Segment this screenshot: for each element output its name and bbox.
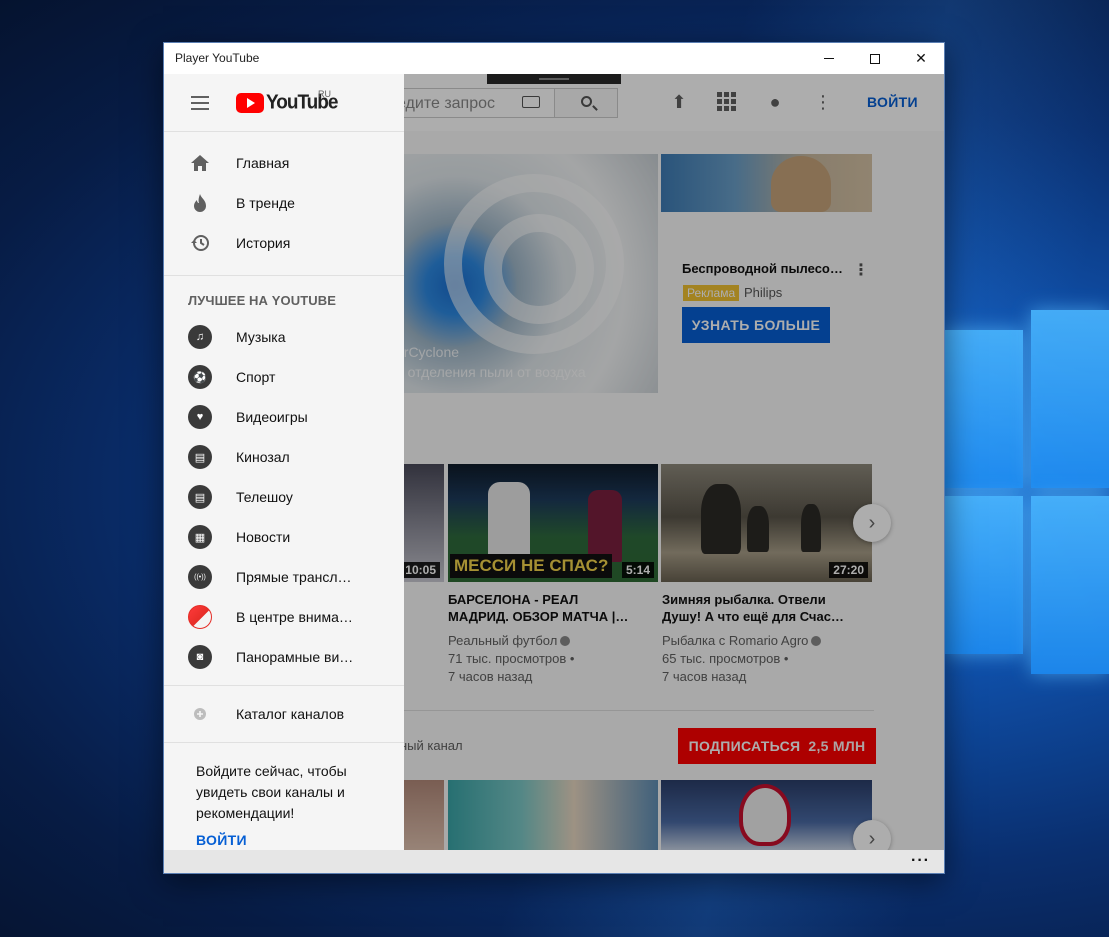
nav-item-gaming[interactable]: ♥ Видеоигры xyxy=(164,397,404,437)
nav-item-label: Музыка xyxy=(236,329,286,345)
app-bottom-bar: ··· xyxy=(164,850,944,873)
history-icon xyxy=(188,231,212,255)
drawer-divider xyxy=(164,685,404,686)
drawer-signin-button[interactable]: ВОЙТИ xyxy=(196,832,247,848)
vr-icon: ◙ xyxy=(188,645,212,669)
windows-logo xyxy=(945,310,1109,674)
spotlight-icon xyxy=(188,605,212,629)
nav-item-home[interactable]: Главная xyxy=(164,143,404,183)
windows-logo-pane xyxy=(945,330,1023,488)
minimize-icon xyxy=(824,58,834,59)
region-code: RU xyxy=(318,89,331,99)
window-title: Player YouTube xyxy=(175,51,260,65)
nav-item-tv-shows[interactable]: ▤ Телешоу xyxy=(164,477,404,517)
nav-item-trending[interactable]: В тренде xyxy=(164,183,404,223)
signin-prompt: Войдите сейчас, чтобы увидеть свои канал… xyxy=(196,763,347,821)
drawer-divider xyxy=(164,275,404,276)
sport-icon: ⚽ xyxy=(188,365,212,389)
guide-drawer: YouTube RU Главная В тренде История ЛУЧШ… xyxy=(164,74,404,850)
nav-item-label: Новости xyxy=(236,529,291,545)
windows-logo-pane xyxy=(1031,310,1109,488)
nav-item-label: Кинозал xyxy=(236,449,290,465)
nav-item-label: Панорамные ви… xyxy=(236,649,354,665)
nav-item-sport[interactable]: ⚽ Спорт xyxy=(164,357,404,397)
nav-item-live[interactable]: ((•)) Прямые трансл… xyxy=(164,557,404,597)
drawer-scrim[interactable] xyxy=(404,74,944,850)
live-icon: ((•)) xyxy=(188,565,212,589)
section-title: ЛУЧШЕЕ НА YOUTUBE xyxy=(188,293,337,308)
nav-item-label: Каталог каналов xyxy=(236,706,345,722)
close-button[interactable]: ✕ xyxy=(898,43,944,74)
home-icon xyxy=(188,151,212,175)
youtube-logo[interactable]: YouTube RU xyxy=(236,89,338,114)
music-icon: ♫ xyxy=(188,325,212,349)
nav-item-label: Видеоигры xyxy=(236,409,308,425)
film-icon: ▤ xyxy=(188,445,212,469)
nav-item-label: Главная xyxy=(236,155,290,171)
windows-logo-pane xyxy=(945,496,1023,654)
drawer-header: YouTube RU xyxy=(164,74,404,131)
nav-item-movies[interactable]: ▤ Кинозал xyxy=(164,437,404,477)
nav-item-music[interactable]: ♫ Музыка xyxy=(164,317,404,357)
drawer-divider xyxy=(164,742,404,743)
flame-icon xyxy=(188,191,212,215)
youtube-play-icon xyxy=(236,93,264,113)
nav-item-label: История xyxy=(236,235,291,251)
add-circle-icon xyxy=(188,702,212,726)
maximize-button[interactable] xyxy=(852,43,898,74)
news-icon: ▦ xyxy=(188,525,212,549)
nav-item-label: Спорт xyxy=(236,369,276,385)
nav-item-history[interactable]: История xyxy=(164,223,404,263)
nav-item-label: Прямые трансл… xyxy=(236,569,352,585)
nav-item-360-video[interactable]: ◙ Панорамные ви… xyxy=(164,637,404,677)
nav-item-label: Телешоу xyxy=(236,489,293,505)
nav-item-label: В тренде xyxy=(236,195,295,211)
more-horiz-icon[interactable]: ··· xyxy=(911,852,930,870)
maximize-icon xyxy=(870,53,880,64)
nav-item-news[interactable]: ▦ Новости xyxy=(164,517,404,557)
tv-show-icon: ▤ xyxy=(188,485,212,509)
windows-logo-pane xyxy=(1031,496,1109,674)
close-icon: ✕ xyxy=(915,50,927,66)
gaming-icon: ♥ xyxy=(188,405,212,429)
minimize-button[interactable] xyxy=(806,43,852,74)
nav-item-spotlight[interactable]: В центре внима… xyxy=(164,597,404,637)
menu-icon[interactable] xyxy=(191,96,209,110)
nav-item-label: В центре внима… xyxy=(236,609,353,625)
app-window: Player YouTube ✕ едите запрос ⬆ ● ⋮ ВОЙТ… xyxy=(163,42,945,874)
title-bar[interactable]: Player YouTube ✕ xyxy=(164,43,944,74)
drawer-divider xyxy=(164,131,404,132)
nav-item-channel-catalog[interactable]: Каталог каналов xyxy=(164,694,404,734)
app-content: едите запрос ⬆ ● ⋮ ВОЙТИ erCyclone о отд… xyxy=(164,74,944,850)
